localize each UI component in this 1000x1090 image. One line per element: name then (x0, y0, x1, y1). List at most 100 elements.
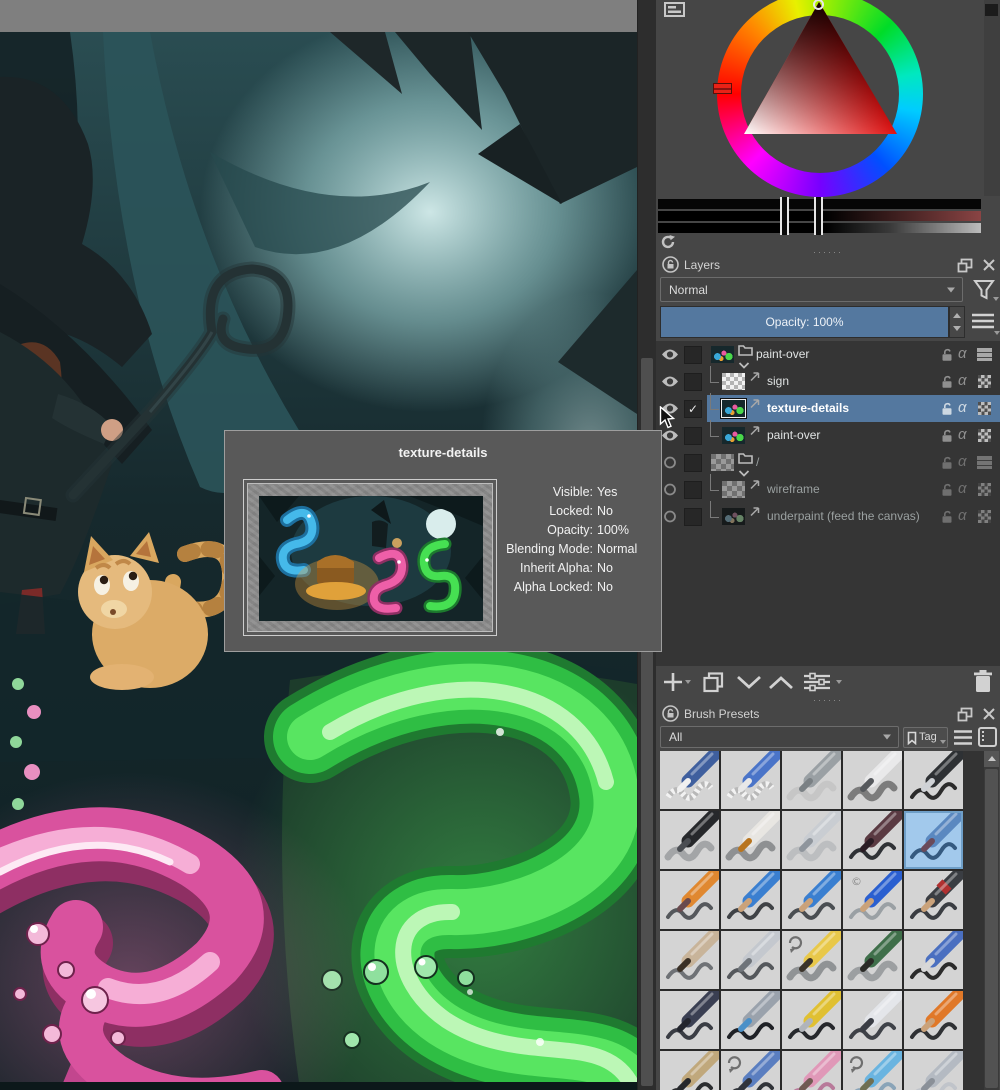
move-layer-up-icon[interactable] (768, 675, 794, 690)
hue-marker[interactable] (713, 83, 732, 94)
brush-preset[interactable] (660, 991, 719, 1049)
layer-lock-toggle[interactable] (940, 456, 954, 475)
layer-thumbnail[interactable] (711, 346, 734, 363)
alpha-lock-toggle[interactable]: α (958, 426, 967, 443)
layer-lock-toggle[interactable] (940, 510, 954, 529)
layer-properties-icon[interactable] (802, 672, 832, 692)
alpha-lock-toggle[interactable]: α (958, 372, 967, 389)
brush-preset[interactable] (660, 871, 719, 929)
brush-preset[interactable] (843, 931, 902, 989)
delete-layer-icon[interactable] (972, 669, 994, 694)
unlocked-icon[interactable] (940, 429, 954, 443)
add-layer-icon[interactable] (662, 671, 684, 693)
shade-handle-right[interactable] (814, 197, 823, 235)
layer-row-body[interactable]: signα (707, 368, 1000, 395)
filter-dropdown-arrow-icon[interactable] (993, 297, 999, 301)
docker-lock-icon[interactable] (662, 256, 679, 273)
layer-thumbnail[interactable] (711, 454, 734, 471)
brush-scrollbar[interactable] (984, 751, 999, 1090)
layer-checkbox[interactable]: ✓ (684, 400, 702, 418)
layers-menu-arrow-icon[interactable] (994, 331, 1000, 335)
inherit-alpha-icon[interactable] (978, 402, 991, 415)
layer-thumbnail[interactable] (722, 481, 745, 498)
brush-preset[interactable] (843, 1051, 902, 1090)
unlocked-icon[interactable] (940, 510, 954, 524)
brush-preset[interactable] (904, 931, 963, 989)
layer-checkbox[interactable] (684, 346, 702, 364)
duplicate-layer-icon[interactable] (702, 671, 725, 694)
float-docker-icon[interactable] (957, 707, 973, 722)
layer-row[interactable]: paint-overα (656, 341, 1000, 368)
close-docker-icon[interactable] (982, 258, 996, 272)
alpha-lock-toggle[interactable]: α (958, 480, 967, 497)
brush-preset[interactable] (721, 871, 780, 929)
brush-preset[interactable] (721, 991, 780, 1049)
unlocked-icon[interactable] (940, 375, 954, 389)
layer-visibility-toggle[interactable] (661, 483, 679, 496)
docker-resize-handle[interactable]: ······ (656, 697, 1000, 703)
opacity-spinner[interactable] (949, 306, 965, 338)
brush-preset[interactable] (782, 811, 841, 869)
layer-row[interactable]: wireframeα (656, 476, 1000, 503)
brush-scrollbar-thumb[interactable] (985, 769, 998, 1088)
layer-row-body[interactable]: paint-overα (707, 341, 1000, 368)
brush-preset[interactable] (721, 751, 780, 809)
layer-row-body[interactable]: underpaint (feed the canvas)α (707, 503, 1000, 530)
layer-checkbox[interactable] (684, 454, 702, 472)
layer-thumbnail[interactable] (722, 508, 745, 525)
brush-preset[interactable] (782, 991, 841, 1049)
brush-docker-titlebar[interactable]: Brush Presets (656, 705, 1000, 724)
scroll-up-icon[interactable] (984, 751, 999, 767)
brush-preset[interactable] (782, 931, 841, 989)
layer-lock-toggle[interactable] (940, 402, 954, 421)
float-docker-icon[interactable] (957, 258, 973, 273)
brush-preset[interactable] (843, 811, 902, 869)
layer-thumbnail[interactable] (722, 373, 745, 390)
docker-resize-handle[interactable]: ······ (656, 249, 1000, 255)
pass-through-icon[interactable] (977, 348, 992, 361)
layer-row[interactable]: signα (656, 368, 1000, 395)
layer-visibility-toggle[interactable] (661, 429, 679, 442)
alpha-lock-toggle[interactable]: α (958, 399, 967, 416)
brush-preset[interactable] (782, 871, 841, 929)
layer-lock-toggle[interactable] (940, 348, 954, 367)
brush-preset[interactable] (660, 931, 719, 989)
layer-thumbnail[interactable] (722, 400, 745, 417)
blending-mode-dropdown[interactable]: Normal (660, 277, 963, 302)
docker-lock-icon[interactable] (662, 705, 679, 722)
brush-preset[interactable] (904, 871, 963, 929)
layer-lock-toggle[interactable] (940, 375, 954, 394)
brush-filter-dropdown[interactable]: All (660, 726, 899, 748)
layer-visibility-toggle[interactable] (661, 456, 679, 469)
unlocked-icon[interactable] (940, 456, 954, 470)
layer-row-body[interactable]: paint-overα (707, 422, 1000, 449)
layer-visibility-toggle[interactable] (661, 510, 679, 523)
alpha-lock-toggle[interactable]: α (958, 507, 967, 524)
brush-menu-icon[interactable] (952, 729, 974, 746)
layers-docker-titlebar[interactable]: Layers (656, 256, 1000, 275)
inherit-alpha-icon[interactable] (978, 510, 991, 523)
layer-visibility-toggle[interactable] (661, 348, 679, 361)
layer-checkbox[interactable] (684, 481, 702, 499)
layer-checkbox[interactable] (684, 427, 702, 445)
shade-handle-left[interactable] (780, 197, 789, 235)
alpha-lock-toggle[interactable]: α (958, 453, 967, 470)
brush-preset[interactable] (660, 751, 719, 809)
layer-checkbox[interactable] (684, 373, 702, 391)
brush-preset-selected[interactable] (904, 811, 963, 869)
inherit-alpha-icon[interactable] (978, 429, 991, 442)
unlocked-icon[interactable] (940, 402, 954, 416)
layer-row-body[interactable]: /α (707, 449, 1000, 476)
properties-arrow-icon[interactable] (836, 680, 842, 684)
brush-preset[interactable] (843, 991, 902, 1049)
brush-preset[interactable] (904, 751, 963, 809)
alpha-lock-toggle[interactable]: α (958, 345, 967, 362)
close-docker-icon[interactable] (982, 707, 996, 721)
layer-row[interactable]: /α (656, 449, 1000, 476)
layer-row-body-selected[interactable]: texture-detailsα (707, 395, 1000, 422)
layer-visibility-toggle[interactable] (661, 375, 679, 388)
tag-button[interactable]: Tag (903, 727, 948, 748)
layer-row-body[interactable]: wireframeα (707, 476, 1000, 503)
saturation-value-triangle[interactable] (656, 0, 1000, 196)
layer-row[interactable]: underpaint (feed the canvas)α (656, 503, 1000, 530)
